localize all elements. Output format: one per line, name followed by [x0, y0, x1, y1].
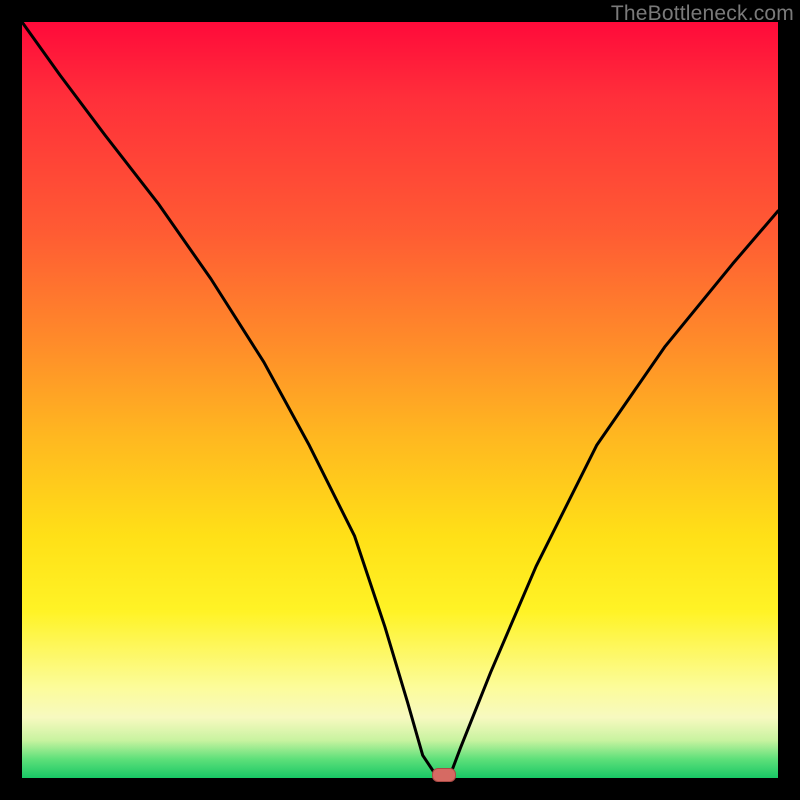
chart-frame: TheBottleneck.com: [0, 0, 800, 800]
bottleneck-curve: [22, 22, 778, 778]
minimum-marker: [432, 768, 456, 782]
plot-area: [22, 22, 778, 778]
